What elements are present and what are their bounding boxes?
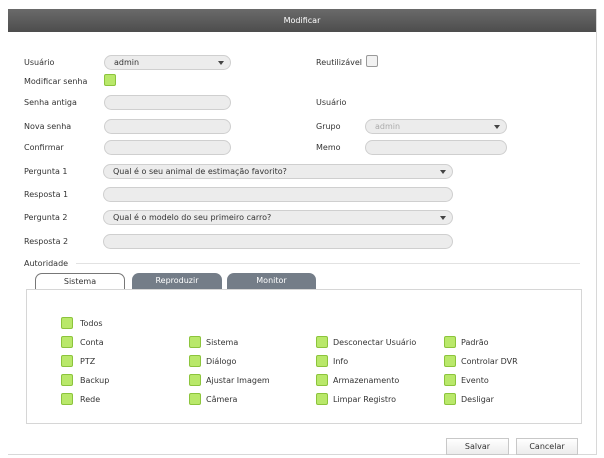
ptz-label: PTZ [80,357,96,366]
conta-label: Conta [80,338,104,347]
padrao-checkbox[interactable] [444,336,456,348]
backup-label: Backup [80,376,110,385]
padrao-label: Padrão [461,338,489,347]
controlar-dvr-label: Controlar DVR [461,357,518,366]
camera-checkbox[interactable] [189,393,201,405]
desligar-checkbox[interactable] [444,393,456,405]
dialog-title: Modificar [8,9,596,32]
backup-checkbox[interactable] [61,374,73,386]
grupo-label: Grupo [316,122,341,131]
desconectar-usuario-label: Desconectar Usuário [333,338,417,347]
todos-label: Todos [80,319,103,328]
autoridade-divider [76,263,580,264]
resposta1-label: Resposta 1 [24,190,69,199]
grupo-select[interactable]: admin [365,119,507,134]
camera-label: Câmera [206,395,238,404]
conta-checkbox[interactable] [61,336,73,348]
nova-senha-label: Nova senha [24,122,72,131]
resposta1-input[interactable] [103,187,453,202]
chevron-down-icon [218,61,224,65]
armazenamento-checkbox[interactable] [316,374,328,386]
memo-label: Memo [316,143,341,152]
ajustar-imagem-checkbox[interactable] [189,374,201,386]
todos-checkbox[interactable] [61,317,73,329]
resposta2-label: Resposta 2 [24,237,69,246]
chevron-down-icon [440,170,446,174]
pergunta1-select-value: Qual é o seu animal de estimação favorit… [113,167,287,176]
armazenamento-label: Armazenamento [333,376,400,385]
modify-user-dialog: Modificar Usuário admin Reutilizável Mod… [8,9,597,455]
nova-senha-input[interactable] [104,119,231,134]
resposta2-input[interactable] [103,234,453,249]
rede-checkbox[interactable] [61,393,73,405]
sistema-checkbox[interactable] [189,336,201,348]
senha-antiga-input[interactable] [104,95,231,110]
modificar-senha-label: Modificar senha [24,77,88,86]
cancel-button[interactable]: Cancelar [516,438,578,455]
chevron-down-icon [494,125,500,129]
limpar-registro-checkbox[interactable] [316,393,328,405]
evento-checkbox[interactable] [444,374,456,386]
desligar-label: Desligar [461,395,494,404]
grupo-select-value: admin [375,122,401,131]
chevron-down-icon [440,216,446,220]
evento-label: Evento [461,376,489,385]
limpar-registro-label: Limpar Registro [333,395,397,404]
usuario-select-value: admin [114,58,140,67]
pergunta2-select-value: Qual é o modelo do seu primeiro carro? [113,213,272,222]
save-button[interactable]: Salvar [446,438,509,455]
dialogo-checkbox[interactable] [189,355,201,367]
pergunta2-select[interactable]: Qual é o modelo do seu primeiro carro? [103,210,453,225]
autoridade-label: Autoridade [24,259,69,268]
tab-reproduzir[interactable]: Reproduzir [132,273,222,290]
ajustar-imagem-label: Ajustar Imagem [206,376,270,385]
reutilizavel-checkbox[interactable] [366,55,378,67]
senha-antiga-label: Senha antiga [24,98,77,107]
desconectar-usuario-checkbox[interactable] [316,336,328,348]
usuario-label: Usuário [24,58,55,67]
controlar-dvr-checkbox[interactable] [444,355,456,367]
usuario-right-label: Usuário [316,98,347,107]
sistema-label: Sistema [206,338,239,347]
pergunta2-label: Pergunta 2 [24,213,68,222]
pergunta1-select[interactable]: Qual é o seu animal de estimação favorit… [103,164,453,179]
memo-input[interactable] [365,140,507,155]
modificar-senha-checkbox[interactable] [104,74,116,86]
usuario-select[interactable]: admin [104,55,231,70]
info-label: Info [333,357,349,366]
ptz-checkbox[interactable] [61,355,73,367]
rede-label: Rede [80,395,101,404]
dialogo-label: Diálogo [206,357,237,366]
reutilizavel-label: Reutilizável [316,58,362,67]
info-checkbox[interactable] [316,355,328,367]
confirmar-label: Confirmar [24,143,64,152]
confirmar-input[interactable] [104,140,231,155]
tab-monitor[interactable]: Monitor [227,273,316,290]
tab-sistema[interactable]: Sistema [35,273,125,290]
pergunta1-label: Pergunta 1 [24,167,68,176]
